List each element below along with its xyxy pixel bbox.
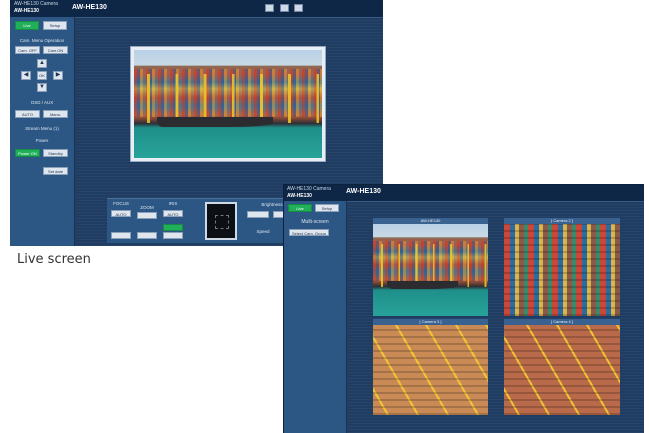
multi-camera-name: AW-HE130 — [346, 188, 381, 195]
set-date-button[interactable]: Set date — [43, 167, 68, 175]
iris-open-button[interactable] — [163, 232, 183, 239]
zoom-title: ZOOM — [140, 205, 154, 210]
multi-header-model: AW-HE130 — [287, 193, 312, 199]
focus-title: FOCUS — [113, 201, 129, 206]
arrow-down-button[interactable]: ▼ — [37, 83, 47, 92]
iris-auto-button[interactable]: AUTO — [163, 210, 183, 217]
multi-header-subtitle: AW-HE130 Camera — [287, 186, 331, 192]
select-cam-group-button[interactable]: Select Cam. Group — [289, 229, 329, 236]
window-icon[interactable] — [280, 4, 289, 12]
tile-frame-1 — [373, 224, 488, 316]
focus-near-button[interactable] — [111, 232, 131, 239]
multi-tab-setup[interactable]: Setup — [315, 204, 339, 212]
speed-label: Speed — [256, 229, 270, 234]
pan-tilt-pad[interactable] — [205, 202, 237, 240]
settings-icon[interactable] — [294, 4, 303, 12]
brightness-down-button[interactable] — [247, 211, 269, 218]
cam-off-button[interactable]: Cam. OFF — [15, 46, 40, 54]
multi-tab-live[interactable]: Live — [288, 204, 312, 212]
pan-tilt-center-icon — [215, 215, 229, 229]
osd-title: OSD / AUX — [30, 100, 54, 105]
arrow-left-button[interactable]: ◀ — [21, 71, 31, 80]
standby-button[interactable]: Standby — [43, 149, 68, 157]
live-screen-caption: Live screen — [17, 252, 91, 267]
camera-1-image[interactable] — [373, 224, 488, 316]
iris-close-button[interactable] — [163, 224, 183, 231]
arrow-right-button[interactable]: ▶ — [53, 71, 63, 80]
multi-screen-title: Multi-screen — [301, 219, 329, 225]
iris-title: IRIS — [168, 201, 178, 206]
camera-menu-title: Cam. Menu Operation — [19, 38, 65, 43]
live-video-image[interactable] — [134, 50, 322, 158]
cam-on-button[interactable]: Cam.ON — [43, 46, 68, 54]
snapshot-icon[interactable] — [265, 4, 274, 12]
camera-4-image[interactable] — [504, 325, 620, 415]
zoom-button[interactable] — [137, 212, 157, 219]
live-sidebar: Live Setup Cam. Menu Operation Cam. OFF … — [10, 17, 75, 246]
live-header-subtitle: AW-HE130 Camera — [14, 1, 58, 7]
live-header: AW-HE130 Camera AW-HE130 AW-HE130 — [10, 0, 383, 18]
tab-setup[interactable]: Setup — [43, 21, 67, 30]
stream-menu-label[interactable]: Stream Menu (1) — [10, 126, 74, 131]
arrow-up-button[interactable]: ▲ — [37, 59, 47, 68]
power-on-button[interactable]: Power ON — [15, 149, 40, 157]
camera-2-image[interactable] — [504, 224, 620, 316]
multi-header: AW-HE130 Camera AW-HE130 AW-HE130 — [284, 185, 644, 202]
focus-auto-button[interactable]: AUTO — [111, 210, 131, 217]
camera-3-image[interactable] — [373, 325, 488, 415]
live-header-model: AW-HE130 — [14, 8, 39, 14]
zoom-wide-button[interactable] — [137, 232, 157, 239]
live-camera-name: AW-HE130 — [72, 4, 107, 11]
manual-button[interactable]: Manu. — [43, 110, 68, 118]
multi-sidebar: Live Setup Multi-screen Select Cam. Grou… — [284, 201, 347, 433]
arrow-center-button[interactable]: OK — [37, 71, 47, 80]
tab-live[interactable]: Live — [15, 21, 39, 30]
power-title: Power — [35, 138, 49, 143]
multi-screen-window: AW-HE130 Camera AW-HE130 AW-HE130 Live S… — [283, 184, 644, 433]
live-video-frame — [130, 46, 326, 162]
auto-button[interactable]: AUTO — [15, 110, 40, 118]
